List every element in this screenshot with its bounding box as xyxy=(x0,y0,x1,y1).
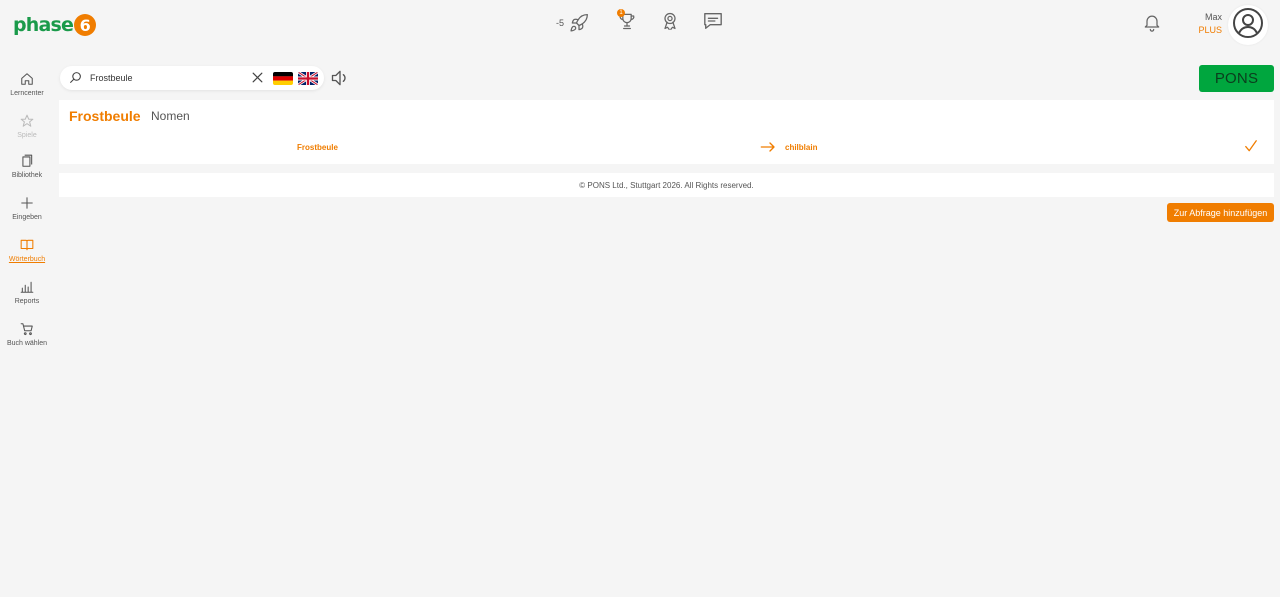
target-term: chilblain xyxy=(785,143,818,152)
close-icon[interactable] xyxy=(251,71,264,89)
streak-button[interactable]: -5 xyxy=(556,10,592,36)
plus-icon xyxy=(0,194,54,212)
library-icon xyxy=(0,152,54,170)
star-icon xyxy=(0,112,54,130)
chat-icon xyxy=(702,11,724,36)
sidebar-item-label: Reports xyxy=(14,298,40,305)
messages-button[interactable] xyxy=(700,10,726,36)
copyright-text: © PONS Ltd., Stuttgart 2026. All Rights … xyxy=(579,180,754,190)
sidebar-item-lerncenter[interactable]: Lerncenter xyxy=(0,70,54,97)
user-info[interactable]: Max PLUS xyxy=(1196,11,1222,37)
sidebar-item-label: Spiele xyxy=(17,132,37,139)
sidebar-item-label: Bibliothek xyxy=(11,172,43,179)
part-of-speech: Nomen xyxy=(151,109,190,123)
add-to-test-button[interactable]: Zur Abfrage hinzufügen xyxy=(1167,203,1274,222)
logo-text: phase xyxy=(13,14,74,36)
sidebar-item-bibliothek[interactable]: Bibliothek xyxy=(0,152,54,179)
sidebar-item-label: Buch wählen xyxy=(6,340,48,347)
notifications-button[interactable] xyxy=(1139,11,1165,37)
bar-chart-icon xyxy=(0,278,54,296)
cart-icon xyxy=(0,320,54,338)
source-term: Frostbeule xyxy=(297,143,338,152)
user-name: Max xyxy=(1204,12,1222,22)
search-input[interactable] xyxy=(90,70,250,86)
home-icon xyxy=(0,70,54,88)
header-center-icons: -5 1 xyxy=(556,9,726,36)
uk-flag-icon[interactable] xyxy=(298,72,318,85)
streak-count: -5 xyxy=(556,18,565,28)
award-icon xyxy=(660,11,680,36)
avatar[interactable] xyxy=(1228,5,1268,45)
trophy-button[interactable]: 1 xyxy=(614,9,640,36)
top-header: phase 6 -5 1 Max PLUS xyxy=(0,0,1280,50)
bell-icon xyxy=(1142,12,1162,37)
sidebar-item-label: Wörterbuch xyxy=(8,256,46,263)
rocket-icon xyxy=(566,10,592,36)
sidebar-item-label: Eingeben xyxy=(12,214,42,221)
sidebar-item-spiele[interactable]: Spiele xyxy=(0,112,54,139)
user-avatar-icon xyxy=(1232,7,1264,44)
dictionary-result-card: Frostbeule Nomen Frostbeule chilblain xyxy=(59,100,1274,164)
copyright-bar: © PONS Ltd., Stuttgart 2026. All Rights … xyxy=(59,173,1274,197)
book-icon xyxy=(0,236,54,254)
check-icon[interactable] xyxy=(1244,139,1258,158)
headword: Frostbeule xyxy=(69,108,141,124)
sidebar-item-buch-waehlen[interactable]: Buch wählen xyxy=(0,320,54,347)
award-button[interactable] xyxy=(657,10,683,36)
arrow-right-icon xyxy=(760,140,776,158)
sidebar-item-woerterbuch[interactable]: Wörterbuch xyxy=(0,236,54,263)
pons-button[interactable]: PONS xyxy=(1199,65,1274,92)
logo-digit: 6 xyxy=(74,14,97,36)
german-flag-icon[interactable] xyxy=(273,72,293,85)
sidebar-item-label: Lerncenter xyxy=(10,90,44,97)
dictionary-search-bar xyxy=(60,66,324,90)
sidebar-item-reports[interactable]: Reports xyxy=(0,278,54,305)
search-icon xyxy=(69,71,82,89)
trophy-notification-badge: 1 xyxy=(617,9,626,17)
sidebar-item-eingeben[interactable]: Eingeben xyxy=(0,194,54,221)
phase6-logo[interactable]: phase 6 xyxy=(13,13,97,37)
user-plan: PLUS xyxy=(1198,25,1222,35)
speaker-icon[interactable] xyxy=(330,68,350,93)
